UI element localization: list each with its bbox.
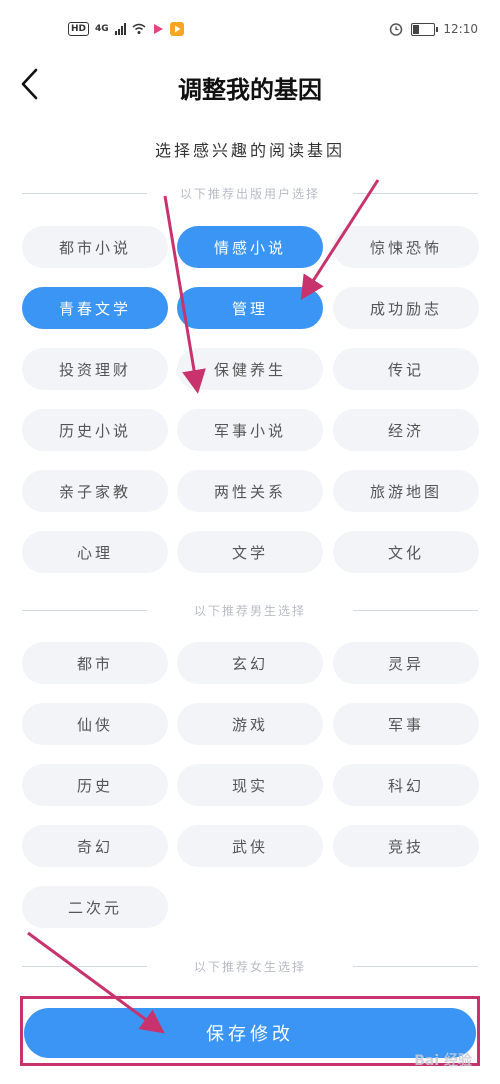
- network-type: 4G: [95, 24, 109, 34]
- status-bar: HD 4G 12:10: [0, 0, 500, 60]
- baidu-watermark-logo: Bai 经验: [414, 1053, 472, 1069]
- status-left: HD 4G: [68, 22, 184, 36]
- status-right: 12:10: [389, 22, 478, 36]
- tag-xuanhuan[interactable]: 玄幻: [177, 642, 323, 684]
- battery-icon: [411, 22, 439, 36]
- clock: 12:10: [443, 22, 478, 36]
- tag-jingji[interactable]: 经济: [333, 409, 479, 451]
- section-divider-female: 以下推荐女生选择: [22, 956, 478, 976]
- section-divider-publishing: 以下推荐出版用户选择: [22, 183, 478, 203]
- tag-baojian-yangsheng[interactable]: 保健养生: [177, 348, 323, 390]
- tag-lingyi[interactable]: 灵异: [333, 642, 479, 684]
- play-app-icon: [169, 22, 184, 36]
- section-divider-male: 以下推荐男生选择: [22, 600, 478, 620]
- tag-junshi-xiaoshuo[interactable]: 军事小说: [177, 409, 323, 451]
- page-title: 调整我的基因: [178, 76, 322, 104]
- tag-jingji-sports[interactable]: 竞技: [333, 825, 479, 867]
- tag-guanli[interactable]: 管理: [177, 287, 323, 329]
- tag-wenxue[interactable]: 文学: [177, 531, 323, 573]
- tag-qingchun-wenxue[interactable]: 青春文学: [22, 287, 168, 329]
- tag-youxi[interactable]: 游戏: [177, 703, 323, 745]
- tag-jingsong-kongbu[interactable]: 惊悚恐怖: [333, 226, 479, 268]
- tag-xianxia[interactable]: 仙侠: [22, 703, 168, 745]
- tag-wenhua[interactable]: 文化: [333, 531, 479, 573]
- tag-wuxia[interactable]: 武侠: [177, 825, 323, 867]
- tag-dushi-xiaoshuo[interactable]: 都市小说: [22, 226, 168, 268]
- tag-lishi-xiaoshuo[interactable]: 历史小说: [22, 409, 168, 451]
- tag-touzi-licai[interactable]: 投资理财: [22, 348, 168, 390]
- tag-liangxing-guanxi[interactable]: 两性关系: [177, 470, 323, 512]
- save-changes-button[interactable]: 保存修改: [24, 1008, 476, 1058]
- tag-qinggan-xiaoshuo[interactable]: 情感小说: [177, 226, 323, 268]
- tag-lishi[interactable]: 历史: [22, 764, 168, 806]
- divider-line: [353, 193, 478, 194]
- tag-qihuan[interactable]: 奇幻: [22, 825, 168, 867]
- tag-junshi[interactable]: 军事: [333, 703, 479, 745]
- tag-xianshi[interactable]: 现实: [177, 764, 323, 806]
- hd-badge: HD: [68, 22, 90, 36]
- tag-erciyuan[interactable]: 二次元: [22, 886, 168, 928]
- tag-zhuanji[interactable]: 传记: [333, 348, 479, 390]
- tag-dushi[interactable]: 都市: [22, 642, 168, 684]
- title-bar: 调整我的基因: [0, 60, 500, 110]
- signal-icon: [114, 23, 126, 35]
- alarm-icon: [390, 23, 403, 36]
- tag-lvyou-ditu[interactable]: 旅游地图: [333, 470, 479, 512]
- tag-xinli[interactable]: 心理: [22, 531, 168, 573]
- tag-kehuan[interactable]: 科幻: [333, 764, 479, 806]
- page-subtitle: 选择感兴趣的阅读基因: [154, 141, 345, 160]
- video-app-icon: [153, 24, 163, 34]
- wifi-icon: [132, 23, 146, 34]
- tag-chenggong-lizhi[interactable]: 成功励志: [333, 287, 479, 329]
- divider-line: [353, 610, 478, 611]
- tag-qinzi-jiajiao[interactable]: 亲子家教: [22, 470, 168, 512]
- divider-line: [353, 966, 478, 967]
